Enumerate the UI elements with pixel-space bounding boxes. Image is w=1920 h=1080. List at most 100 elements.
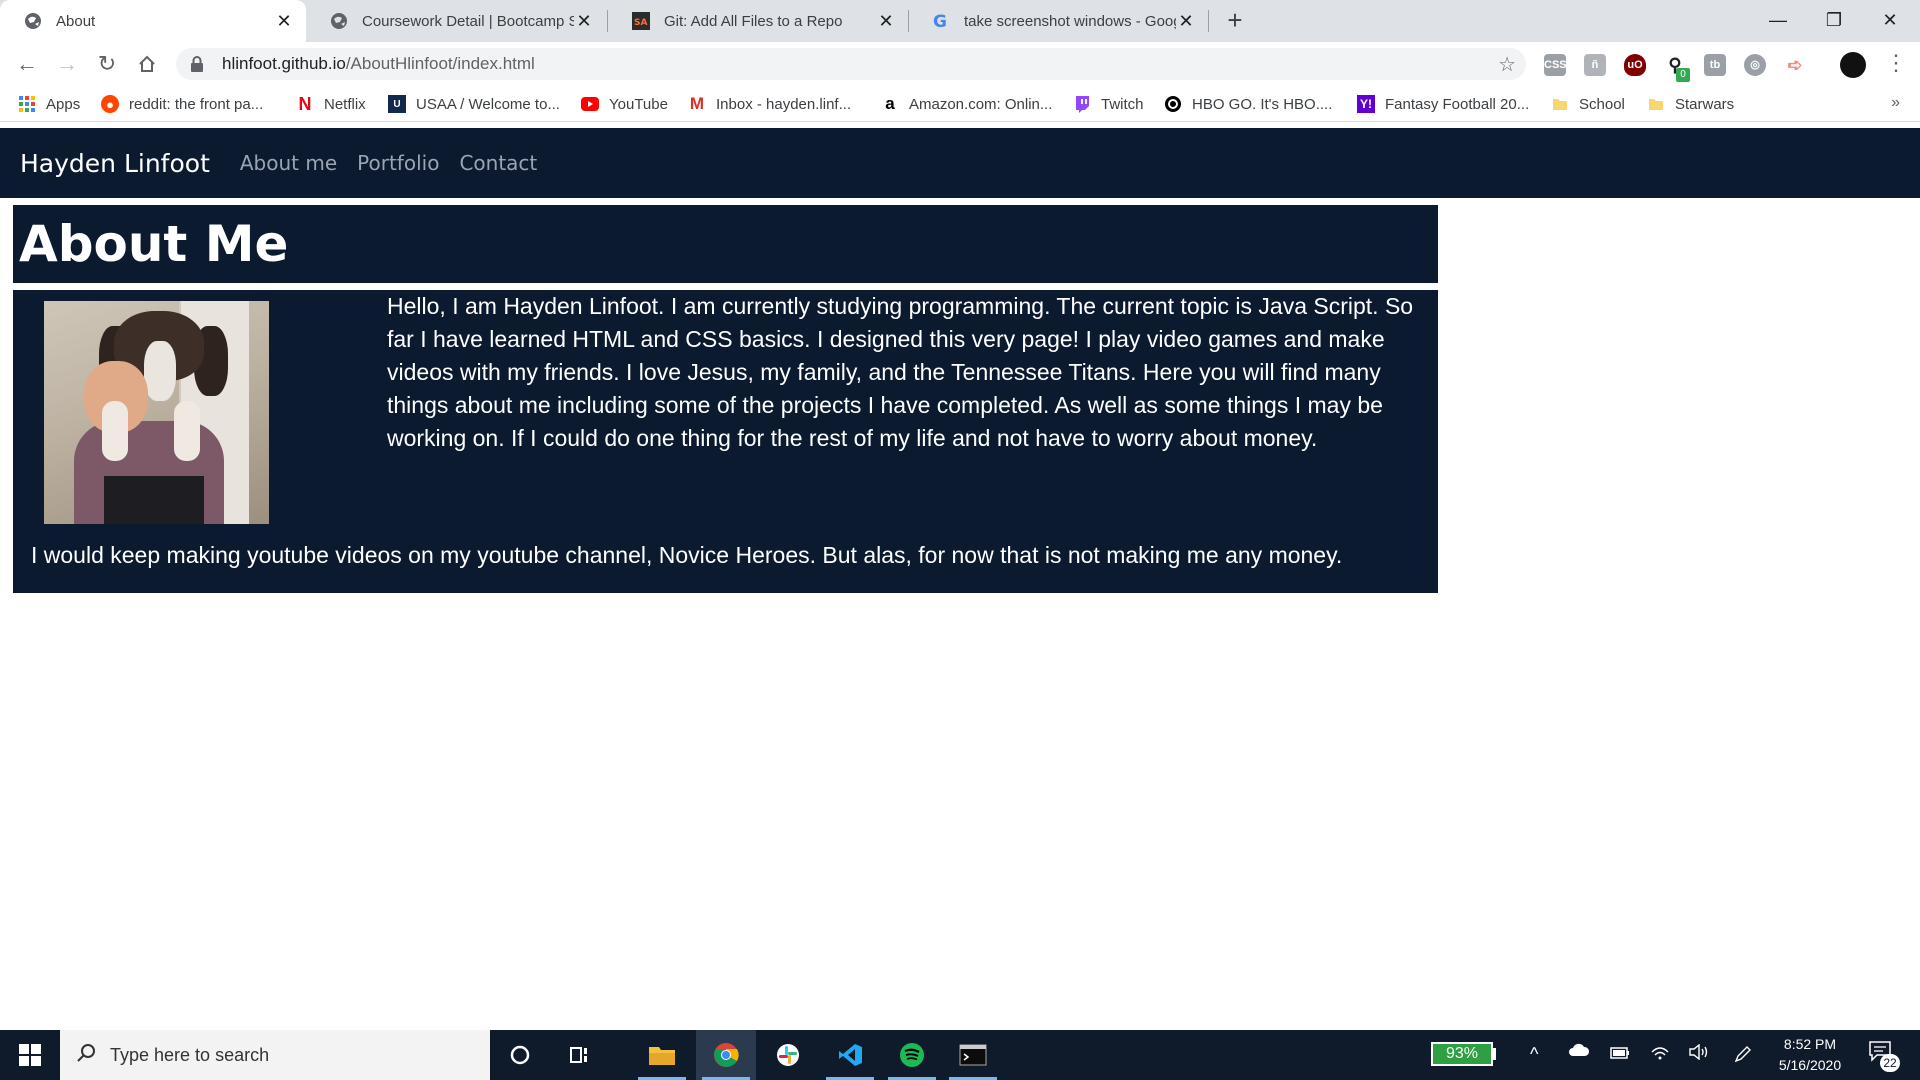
clock-date: 5/16/2020 bbox=[1778, 1057, 1842, 1073]
bookmark-label: Netflix bbox=[324, 95, 366, 113]
bookmark-label: School bbox=[1579, 95, 1625, 113]
lock-icon[interactable] bbox=[190, 56, 204, 72]
bookmark-folder-starwars[interactable]: Starwars bbox=[1647, 93, 1734, 115]
bookmark-usaa[interactable]: U USAA / Welcome to... bbox=[388, 93, 560, 115]
google-icon: G bbox=[932, 12, 950, 30]
bio-paragraph: Hello, I am Hayden Linfoot. I am current… bbox=[387, 293, 1414, 451]
bookmark-apps[interactable]: Apps bbox=[18, 93, 80, 115]
bookmarks-overflow-icon[interactable]: » bbox=[1891, 94, 1900, 112]
url-path: /AboutHlinfoot/index.html bbox=[345, 54, 535, 73]
home-icon[interactable] bbox=[132, 49, 162, 79]
slack-icon[interactable] bbox=[758, 1030, 818, 1080]
forward-arrow-icon[interactable]: → bbox=[52, 49, 82, 79]
globe-icon bbox=[330, 12, 348, 30]
reddit-icon: ● bbox=[101, 95, 119, 113]
task-view-icon[interactable] bbox=[550, 1030, 610, 1080]
menu-kebab-icon[interactable]: ⋮ bbox=[1885, 50, 1907, 76]
bookmark-label: Apps bbox=[46, 95, 81, 113]
bookmark-label: reddit: the front pa... bbox=[129, 95, 264, 113]
yahoo-icon: Y! bbox=[1357, 95, 1375, 113]
bookmark-label: YouTube bbox=[609, 95, 668, 113]
close-tab-icon[interactable]: ✕ bbox=[876, 11, 896, 32]
wifi-icon[interactable] bbox=[1650, 1044, 1670, 1065]
ublock-icon[interactable]: uO bbox=[1624, 54, 1646, 76]
volume-icon[interactable] bbox=[1688, 1043, 1710, 1065]
nav-link-about[interactable]: About me bbox=[240, 151, 337, 175]
bookmark-amazon[interactable]: a Amazon.com: Onlin... bbox=[881, 93, 1052, 115]
url-host: hlinfoot.github.io bbox=[222, 54, 346, 73]
bookmark-label: Inbox - hayden.linf... bbox=[716, 95, 852, 113]
sa-icon: SA bbox=[632, 12, 650, 30]
minimize-button[interactable]: — bbox=[1750, 0, 1806, 40]
battery-tray-icon[interactable] bbox=[1610, 1044, 1630, 1065]
ext-icon[interactable]: ñ bbox=[1584, 54, 1606, 76]
new-tab-button[interactable]: + bbox=[1220, 6, 1250, 36]
tab-coursework[interactable]: Coursework Detail | Bootcamp Sp ✕ bbox=[306, 0, 606, 42]
globe-icon bbox=[24, 12, 42, 30]
file-explorer-icon[interactable] bbox=[632, 1030, 692, 1080]
gmail-icon: M bbox=[689, 94, 705, 113]
bookmark-netflix[interactable]: N Netflix bbox=[296, 93, 366, 115]
onedrive-cloud-icon[interactable] bbox=[1568, 1042, 1590, 1063]
address-bar[interactable]: hlinfoot.github.io/AboutHlinfoot/index.h… bbox=[176, 48, 1526, 80]
bookmark-label: USAA / Welcome to... bbox=[416, 95, 560, 113]
bookmark-hbo[interactable]: HBO GO. It's HBO.... bbox=[1164, 93, 1332, 115]
nav-link-contact[interactable]: Contact bbox=[459, 151, 537, 175]
taskbar-clock[interactable]: 8:52 PM 5/16/2020 bbox=[1770, 1034, 1850, 1076]
bookmark-reddit[interactable]: ● reddit: the front pa... bbox=[101, 93, 263, 115]
close-window-button[interactable]: ✕ bbox=[1862, 0, 1918, 40]
close-tab-icon[interactable]: ✕ bbox=[274, 11, 294, 32]
close-tab-icon[interactable]: ✕ bbox=[574, 11, 594, 32]
maximize-button[interactable]: ❐ bbox=[1806, 0, 1862, 40]
bookmark-fantasy-football[interactable]: Y! Fantasy Football 20... bbox=[1357, 93, 1529, 115]
apps-grid-icon bbox=[18, 95, 36, 113]
bookmark-star-icon[interactable]: ☆ bbox=[1498, 52, 1516, 77]
nav-link-portfolio[interactable]: Portfolio bbox=[357, 151, 439, 175]
tab-title: Git: Add All Files to a Repo bbox=[664, 12, 843, 30]
vscode-icon[interactable] bbox=[820, 1030, 880, 1080]
reel-ext-icon[interactable]: ◎ bbox=[1744, 54, 1766, 76]
css-extension-icon[interactable]: CSS bbox=[1544, 54, 1567, 76]
bookmark-label: HBO GO. It's HBO.... bbox=[1192, 95, 1333, 113]
back-arrow-icon[interactable]: ← bbox=[12, 49, 42, 79]
youtube-icon bbox=[581, 95, 599, 113]
tab-google-search[interactable]: G take screenshot windows - Goog ✕ bbox=[908, 0, 1208, 42]
profile-avatar[interactable] bbox=[1840, 52, 1866, 78]
tb-ext-icon[interactable]: tb bbox=[1704, 54, 1726, 76]
pen-ink-icon[interactable] bbox=[1733, 1044, 1753, 1069]
reload-icon[interactable]: ↻ bbox=[92, 49, 122, 79]
profile-photo bbox=[44, 301, 269, 524]
windows-start-icon[interactable] bbox=[0, 1030, 60, 1080]
spotify-icon[interactable] bbox=[882, 1030, 942, 1080]
bookmark-twitch[interactable]: Twitch bbox=[1073, 93, 1144, 115]
tab-git[interactable]: SA Git: Add All Files to a Repo ✕ bbox=[608, 0, 908, 42]
bookmark-label: Fantasy Football 20... bbox=[1385, 95, 1530, 113]
usaa-icon: U bbox=[388, 95, 406, 113]
search-icon bbox=[76, 1043, 96, 1068]
taskbar-search-box[interactable]: Type here to search bbox=[60, 1030, 490, 1080]
battery-indicator[interactable]: 93% bbox=[1431, 1042, 1493, 1066]
cast-ext-icon[interactable]: ➪ bbox=[1784, 54, 1806, 76]
bookmark-folder-school[interactable]: School bbox=[1551, 93, 1625, 115]
tab-about[interactable]: About ✕ bbox=[0, 0, 306, 42]
chrome-icon[interactable] bbox=[696, 1030, 756, 1080]
browser-toolbar: ← → ↻ hlinfoot.github.io/AboutHlinfoot/i… bbox=[0, 42, 1920, 86]
bookmark-youtube[interactable]: YouTube bbox=[581, 93, 668, 115]
close-tab-icon[interactable]: ✕ bbox=[1176, 11, 1196, 32]
page-title: About Me bbox=[19, 215, 289, 273]
chevron-up-icon[interactable]: ^ bbox=[1530, 1044, 1538, 1065]
site-brand[interactable]: Hayden Linfoot bbox=[20, 149, 210, 178]
notification-count-badge: 22 bbox=[1880, 1054, 1900, 1072]
windows-taskbar: Type here to search 93% ^ 8:52 PM 5/16/2… bbox=[0, 1030, 1920, 1080]
site-navbar: Hayden Linfoot About me Portfolio Contac… bbox=[0, 128, 1920, 198]
amazon-icon: a bbox=[885, 94, 895, 113]
netflix-icon: N bbox=[298, 93, 312, 114]
bookmark-gmail[interactable]: M Inbox - hayden.linf... bbox=[688, 93, 851, 115]
cortana-icon[interactable] bbox=[490, 1030, 550, 1080]
battery-nub bbox=[1492, 1048, 1496, 1060]
extension-badge: 0 bbox=[1676, 68, 1690, 82]
tab-title: take screenshot windows - Goog bbox=[964, 12, 1176, 30]
bookmark-label: Amazon.com: Onlin... bbox=[909, 95, 1053, 113]
terminal-icon[interactable] bbox=[943, 1030, 1003, 1080]
tab-title: About bbox=[56, 12, 96, 30]
